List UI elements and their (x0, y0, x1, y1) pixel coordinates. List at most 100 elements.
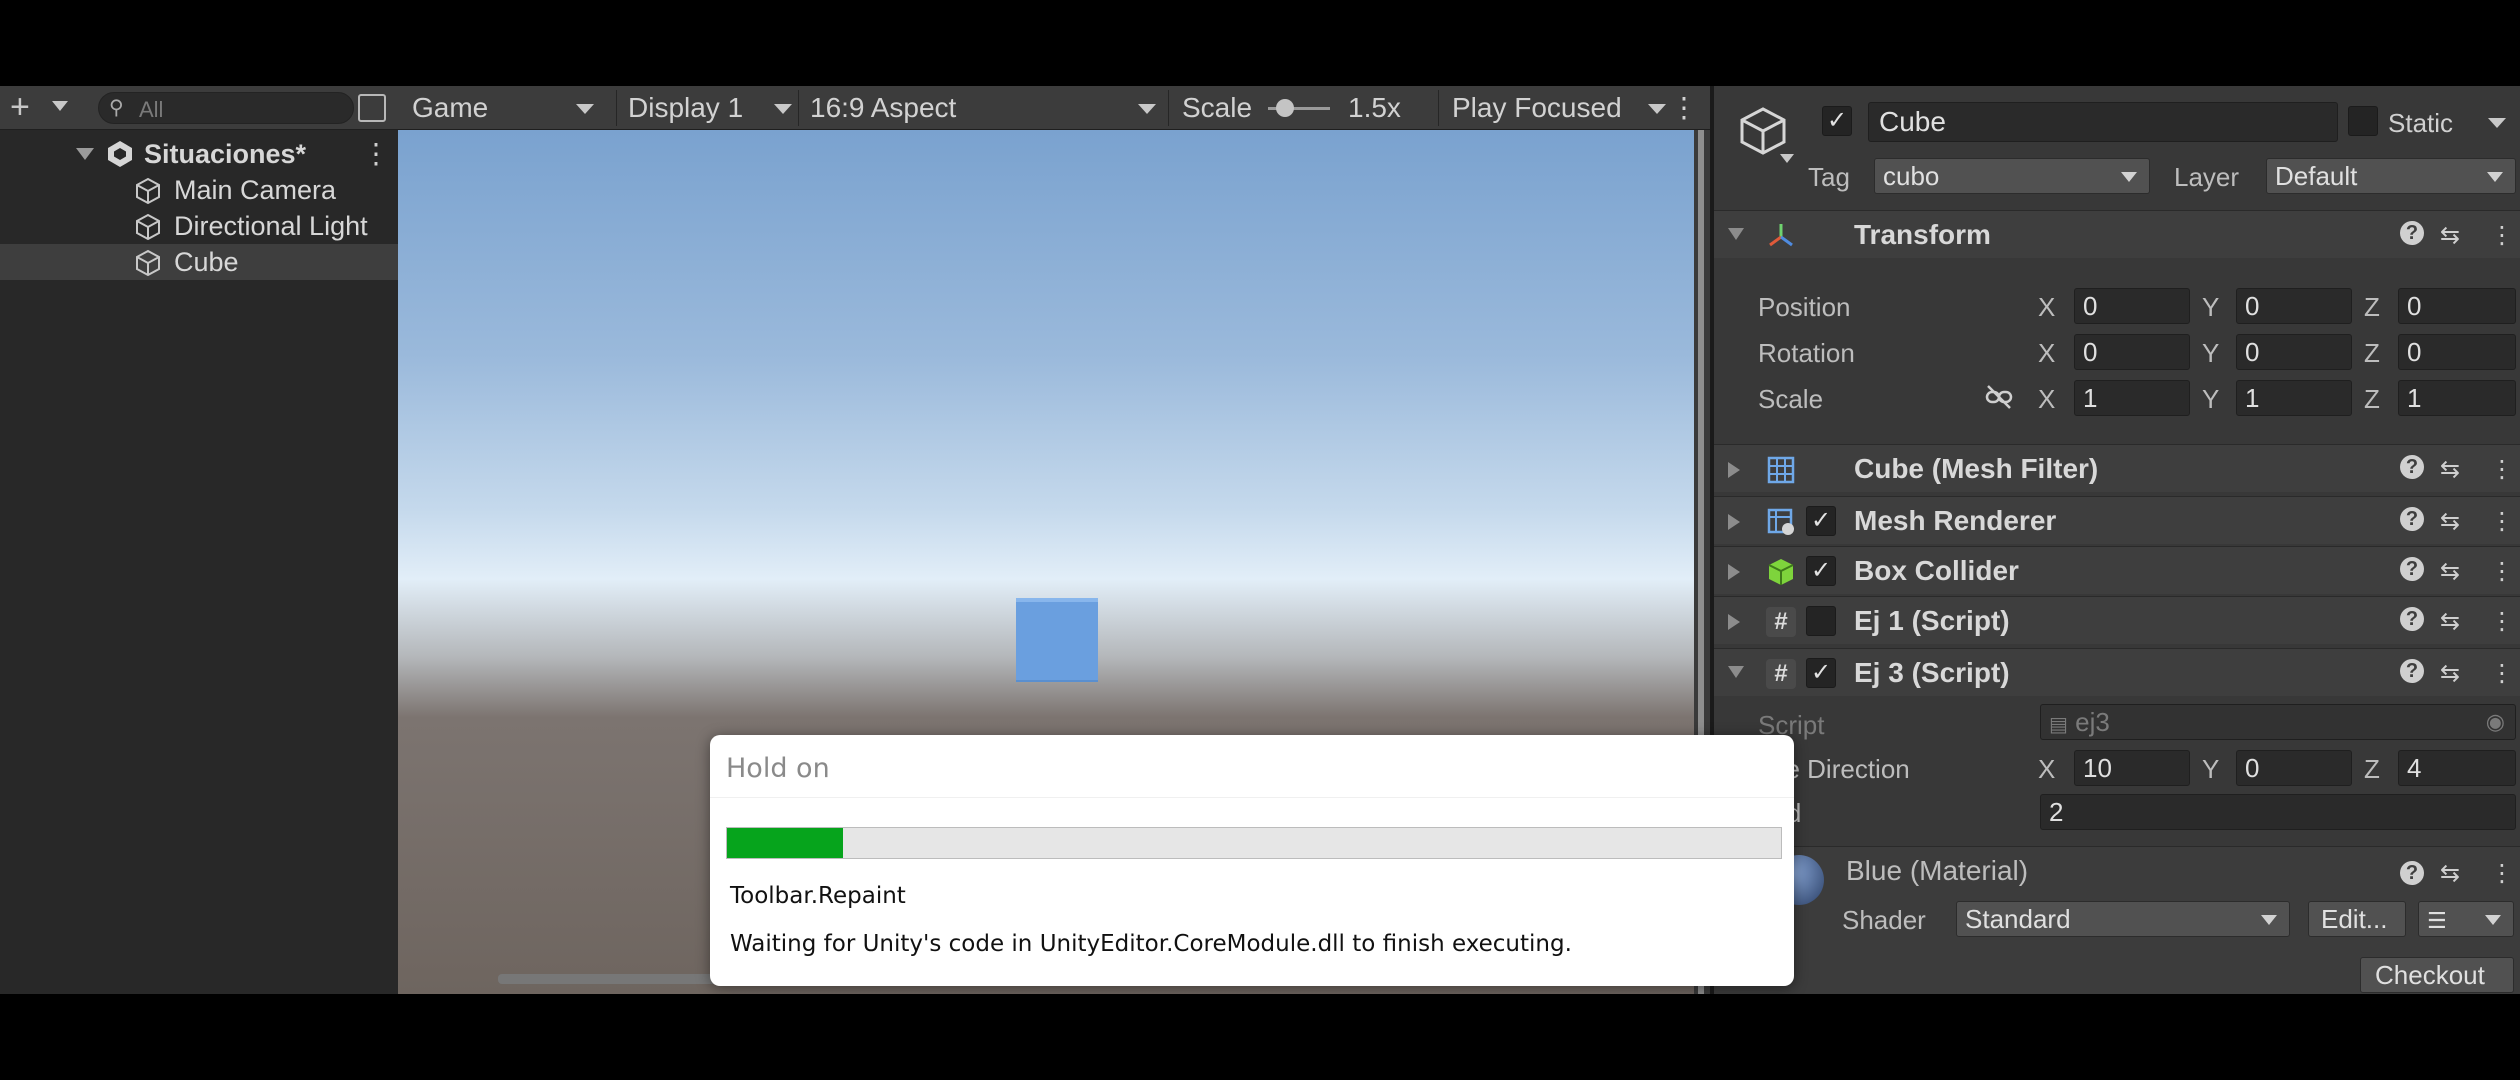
edit-shader-button[interactable]: Edit... (2308, 901, 2406, 937)
material-options-dropdown[interactable]: ☰ (2418, 901, 2514, 937)
axis-z-label: Z (2364, 754, 2380, 784)
scene-row[interactable]: Situaciones* ⋮ (0, 136, 398, 172)
foldout-icon[interactable] (1728, 514, 1740, 530)
gameobject-icon[interactable] (1738, 106, 1788, 156)
component-enabled-checkbox[interactable]: ✓ (1806, 556, 1836, 586)
rotation-x-field[interactable]: 0 (2074, 334, 2190, 370)
preset-icon[interactable]: ⇆ (2440, 859, 2460, 888)
icon-dropdown-icon[interactable] (1780, 154, 1794, 163)
help-icon[interactable]: ? (2400, 557, 2424, 581)
help-icon[interactable]: ? (2400, 861, 2424, 885)
game-view-dropdown[interactable]: Game (412, 86, 488, 130)
object-name-field[interactable]: Cube (1868, 102, 2338, 142)
position-z-field[interactable]: 0 (2398, 288, 2516, 324)
hierarchy-item-cube[interactable]: Cube (0, 244, 398, 280)
divider (710, 797, 1794, 798)
position-label: Position (1758, 292, 1851, 322)
object-picker-icon[interactable]: ◉ (2486, 705, 2505, 739)
component-menu-icon[interactable]: ⋮ (2490, 659, 2514, 688)
preset-icon[interactable]: ⇆ (2440, 455, 2460, 484)
help-icon[interactable]: ? (2400, 659, 2424, 683)
scene-foldout-icon[interactable] (76, 148, 94, 160)
preset-icon[interactable]: ⇆ (2440, 507, 2460, 536)
component-enabled-checkbox[interactable]: ✓ (1806, 506, 1836, 536)
preset-icon[interactable]: ⇆ (2440, 607, 2460, 636)
axis-y-label: Y (2202, 754, 2220, 784)
constrain-proportions-icon[interactable] (1984, 384, 2014, 410)
layer-value: Default (2275, 161, 2358, 191)
component-menu-icon[interactable]: ⋮ (2490, 507, 2514, 536)
layer-dropdown[interactable]: Default (2266, 158, 2516, 194)
foldout-icon[interactable] (1728, 462, 1740, 478)
move-direction-z-field[interactable]: 4 (2398, 750, 2516, 786)
component-menu-icon[interactable]: ⋮ (2490, 455, 2514, 484)
scale-x-field[interactable]: 1 (2074, 380, 2190, 416)
box-collider-header[interactable]: ✓ Box Collider ? ⇆ ⋮ (1714, 546, 2520, 594)
position-x-field[interactable]: 0 (2074, 288, 2190, 324)
rotation-y-field[interactable]: 0 (2236, 334, 2352, 370)
foldout-icon[interactable] (1728, 564, 1740, 580)
ej1-script-header[interactable]: # ✓ Ej 1 (Script) ? ⇆ ⋮ (1714, 596, 2520, 644)
scale-y-field[interactable]: 1 (2236, 380, 2352, 416)
foldout-icon[interactable] (1728, 666, 1744, 678)
transform-header[interactable]: Transform ? ⇆ ⋮ (1714, 210, 2520, 258)
unity-scene-icon (108, 141, 132, 167)
component-menu-icon[interactable]: ⋮ (2490, 859, 2514, 888)
axis-z-label: Z (2364, 292, 2380, 322)
hierarchy-item-label: Directional Light (174, 211, 368, 241)
unity-editor: + ⚲ All Situaciones* ⋮ Main Camera Direc… (0, 86, 2520, 994)
component-menu-icon[interactable]: ⋮ (2490, 221, 2514, 250)
static-dropdown-icon[interactable] (2488, 118, 2506, 128)
add-object-dropdown-icon[interactable] (52, 101, 68, 111)
position-y-field[interactable]: 0 (2236, 288, 2352, 324)
help-icon[interactable]: ? (2400, 221, 2424, 245)
mesh-filter-header[interactable]: Cube (Mesh Filter) ? ⇆ ⋮ (1714, 444, 2520, 492)
aspect-dropdown[interactable]: 16:9 Aspect (810, 86, 956, 130)
hierarchy-item-directional-light[interactable]: Directional Light (0, 208, 398, 244)
chevron-down-icon (1138, 104, 1156, 114)
foldout-icon[interactable] (1728, 614, 1740, 630)
rotation-label: Rotation (1758, 338, 1855, 368)
component-enabled-checkbox[interactable]: ✓ (1806, 606, 1836, 636)
scale-z-field[interactable]: 1 (2398, 380, 2516, 416)
preset-icon[interactable]: ⇆ (2440, 557, 2460, 586)
chevron-down-icon (576, 104, 594, 114)
mesh-renderer-icon (1767, 508, 1794, 535)
component-title: Ej 1 (Script) (1854, 605, 2010, 636)
help-icon[interactable]: ? (2400, 455, 2424, 479)
chevron-down-icon (2261, 915, 2277, 925)
help-icon[interactable]: ? (2400, 607, 2424, 631)
script-field-value: ej3 (2075, 707, 2110, 737)
component-menu-icon[interactable]: ⋮ (2490, 557, 2514, 586)
rotation-z-field[interactable]: 0 (2398, 334, 2516, 370)
foldout-icon[interactable] (1728, 228, 1744, 240)
shader-dropdown[interactable]: Standard (1956, 901, 2290, 937)
hierarchy-item-main-camera[interactable]: Main Camera (0, 172, 398, 208)
progress-bar-fill (727, 828, 843, 858)
scene-menu-icon[interactable]: ⋮ (362, 136, 390, 172)
component-menu-icon[interactable]: ⋮ (2490, 607, 2514, 636)
active-checkbox[interactable]: ✓ (1822, 106, 1852, 136)
game-view-menu-icon[interactable]: ⋮ (1670, 86, 1698, 130)
preset-icon[interactable]: ⇆ (2440, 659, 2460, 688)
scene-visibility-icon[interactable] (358, 94, 386, 122)
ej3-script-header[interactable]: # ✓ Ej 3 (Script) ? ⇆ ⋮ (1714, 648, 2520, 696)
scale-label: Scale (1182, 92, 1253, 123)
display-dropdown[interactable]: Display 1 (628, 86, 743, 130)
play-mode-dropdown[interactable]: Play Focused (1452, 86, 1622, 130)
move-direction-x-field[interactable]: 10 (2074, 750, 2190, 786)
chevron-down-icon (2121, 172, 2137, 182)
static-checkbox[interactable]: ✓ (2348, 106, 2378, 136)
help-icon[interactable]: ? (2400, 507, 2424, 531)
add-object-button[interactable]: + (10, 90, 30, 124)
mesh-renderer-header[interactable]: ✓ Mesh Renderer ? ⇆ ⋮ (1714, 496, 2520, 544)
material-section: Blue (Material) ? ⇆ ⋮ Shader Standard Ed… (1714, 846, 2520, 994)
move-direction-y-field[interactable]: 0 (2236, 750, 2352, 786)
speed-field[interactable]: 2 (2040, 794, 2516, 830)
checkout-button[interactable]: Checkout (2360, 957, 2514, 993)
hierarchy-search-input[interactable]: ⚲ All (98, 92, 354, 124)
scale-slider-handle[interactable] (1276, 99, 1294, 117)
component-enabled-checkbox[interactable]: ✓ (1806, 658, 1836, 688)
preset-icon[interactable]: ⇆ (2440, 221, 2460, 250)
tag-dropdown[interactable]: cubo (1874, 158, 2150, 194)
